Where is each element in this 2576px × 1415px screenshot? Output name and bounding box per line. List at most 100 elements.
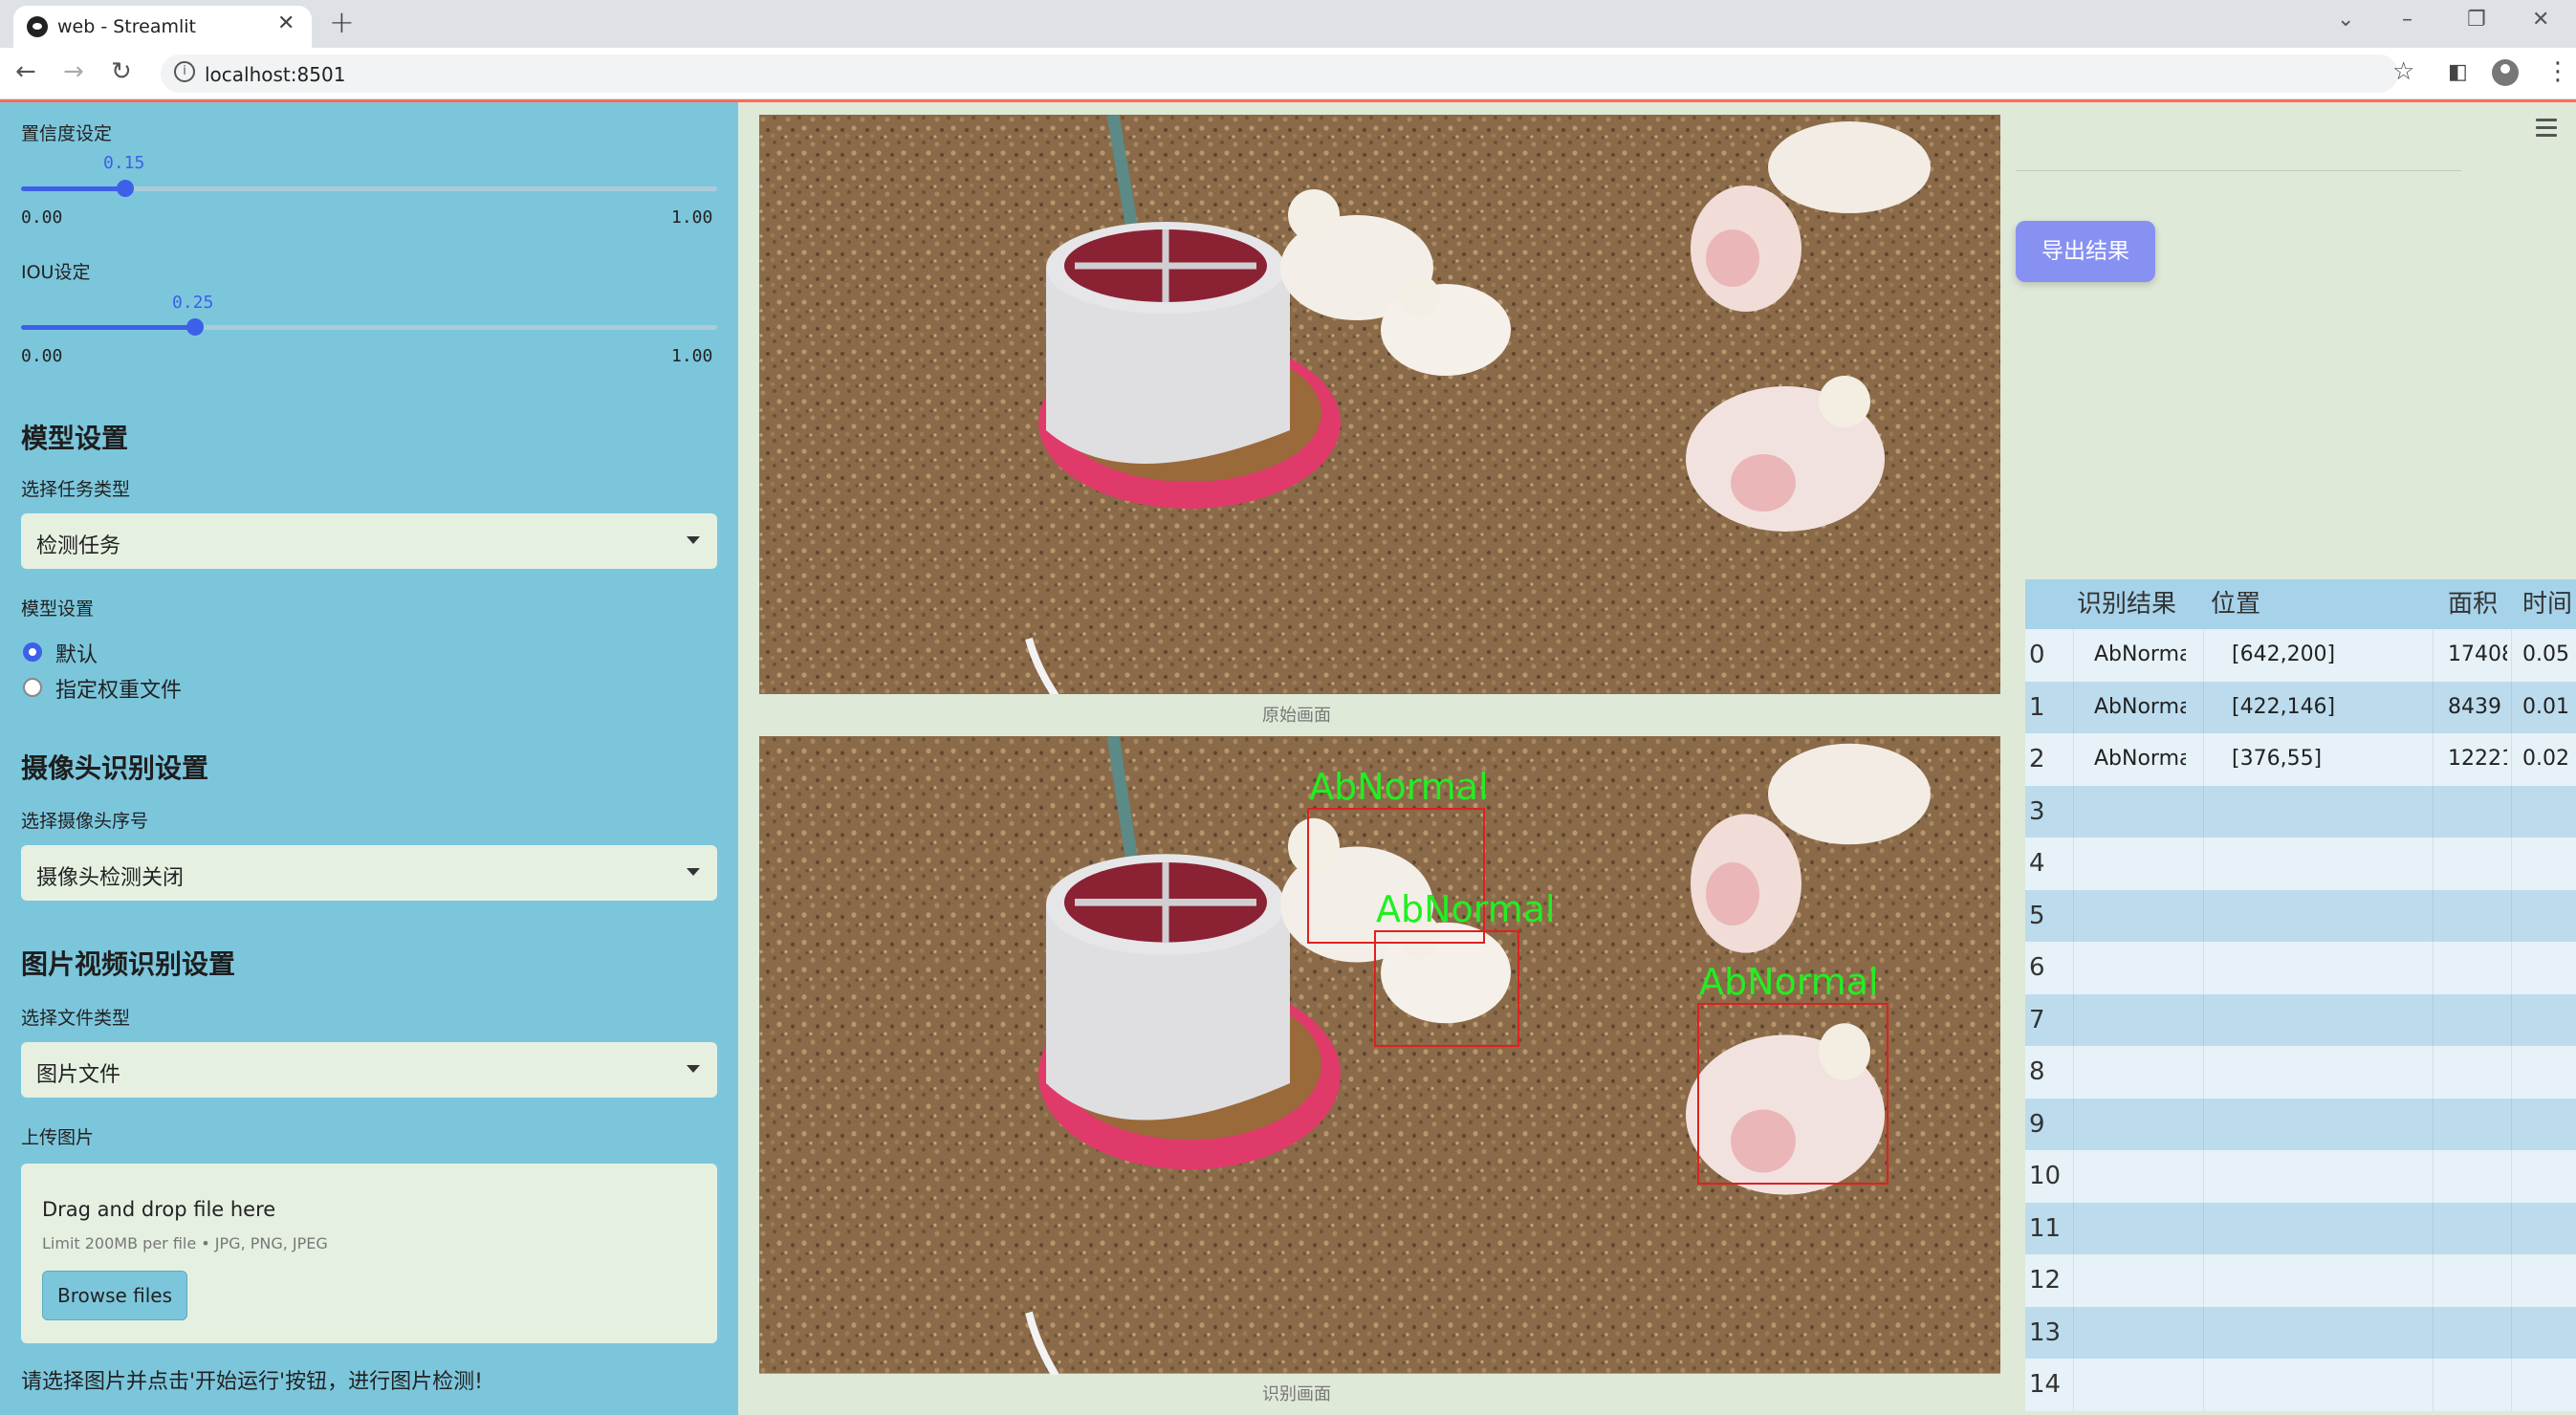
close-window-icon[interactable]: ✕ (2532, 8, 2549, 32)
cell-area: 12221 (2448, 747, 2507, 771)
confidence-slider-thumb[interactable] (117, 180, 134, 197)
table-row[interactable]: 12 (2025, 1254, 2576, 1307)
side-panel-icon[interactable]: ◧ (2448, 60, 2468, 84)
cell-position (2203, 1099, 2404, 1151)
column-separator (2203, 942, 2204, 994)
upload-limit-text: Limit 200MB per file • JPG, PNG, JPEG (42, 1234, 328, 1252)
export-results-button[interactable]: 导出结果 (2016, 221, 2155, 282)
cell-result: AbNormal (2094, 694, 2186, 719)
confidence-slider[interactable] (21, 180, 717, 197)
drop-text: Drag and drop file here (42, 1198, 276, 1221)
cell-time (2515, 1254, 2576, 1307)
column-separator (2433, 1150, 2434, 1203)
tab-search-icon[interactable]: ⌄ (2337, 8, 2354, 32)
media-section-title: 图片视频识别设置 (21, 948, 236, 980)
new-tab-icon[interactable]: + (329, 4, 355, 40)
original-caption: 原始画面 (1262, 706, 1331, 726)
tab-close-icon[interactable]: ✕ (277, 11, 295, 35)
column-separator (2073, 1046, 2074, 1099)
table-row[interactable]: 0 AbNormal [642,200] 17408 0.05 (2025, 629, 2576, 682)
column-separator (2433, 1254, 2434, 1307)
row-index: 10 (2029, 1162, 2062, 1190)
result-image: AbNormal AbNormal AbNormal (759, 736, 2000, 1375)
task-type-select[interactable]: 检测任务 (21, 513, 717, 569)
table-row[interactable]: 6 (2025, 942, 2576, 994)
column-separator (2073, 785, 2074, 838)
cell-area (2440, 890, 2507, 943)
iou-slider[interactable] (21, 318, 717, 336)
iou-slider-thumb[interactable] (186, 318, 204, 336)
table-row[interactable]: 8 (2025, 1046, 2576, 1099)
table-row[interactable]: 1 AbNormal [422,146] 8439 0.01 (2025, 681, 2576, 733)
cell-result: AbNormal (2094, 747, 2186, 771)
radio-custom-weights[interactable] (23, 678, 42, 697)
table-row[interactable]: 2 AbNormal [376,55] 12221 0.02 (2025, 733, 2576, 786)
column-separator (2511, 1150, 2512, 1203)
confidence-label: 置信度设定 (21, 123, 113, 144)
header-time[interactable]: 时间 (2515, 579, 2576, 629)
table-row[interactable]: 5 (2025, 889, 2576, 943)
table-row[interactable]: 9 (2025, 1098, 2576, 1151)
forward-icon[interactable]: → (63, 57, 84, 86)
cell-time (2515, 1099, 2576, 1151)
reload-icon[interactable]: ↻ (111, 57, 132, 86)
url-field[interactable]: i localhost:8501 (161, 54, 2398, 93)
row-index: 1 (2029, 692, 2045, 722)
confidence-min: 0.00 (21, 207, 63, 228)
cell-time (2515, 1150, 2576, 1203)
row-index: 2 (2029, 745, 2045, 773)
header-area[interactable]: 面积 (2440, 579, 2507, 629)
site-info-icon[interactable]: i (174, 61, 195, 82)
column-separator (2073, 1306, 2074, 1359)
cell-area: 8439 (2448, 694, 2501, 719)
cell-area (2440, 1203, 2507, 1255)
sidebar: 置信度设定 0.15 0.00 1.00 IOU设定 0.25 0.00 1.0… (0, 102, 738, 1415)
cell-position (2203, 994, 2404, 1047)
radio-custom-weights-label[interactable]: 指定权重文件 (55, 673, 182, 704)
cell-position (2203, 1307, 2404, 1360)
profile-avatar-icon[interactable] (2492, 59, 2519, 86)
column-separator (2203, 733, 2204, 786)
cell-area (2440, 1046, 2507, 1099)
file-uploader-dropzone[interactable]: Drag and drop file here Limit 200MB per … (21, 1164, 717, 1343)
table-row[interactable]: 4 (2025, 838, 2576, 890)
model-settings-label: 模型设置 (21, 599, 95, 620)
column-separator (2433, 1359, 2434, 1411)
hamburger-menu-icon[interactable] (2536, 119, 2557, 142)
browse-files-button[interactable]: Browse files (42, 1271, 187, 1320)
column-separator (2203, 681, 2204, 733)
radio-default[interactable] (23, 642, 42, 662)
results-table[interactable]: 识别结果 位置 面积 时间 0 AbNormal [642,200] 17408 0.0… (2025, 579, 2576, 1411)
back-icon[interactable]: ← (15, 57, 36, 86)
column-separator (2511, 681, 2512, 733)
cell-time: 0.01 (2522, 694, 2569, 719)
column-separator (2511, 1359, 2512, 1411)
restore-icon[interactable]: ❐ (2467, 8, 2486, 32)
browser-menu-icon[interactable]: ⋮ (2545, 57, 2570, 86)
column-separator (2073, 629, 2074, 682)
cell-position (2203, 1359, 2404, 1411)
column-separator (2433, 785, 2434, 838)
radio-default-label[interactable]: 默认 (55, 638, 98, 668)
iou-value: 0.25 (172, 293, 214, 313)
minimize-icon[interactable]: – (2402, 8, 2412, 32)
table-row[interactable]: 11 (2025, 1202, 2576, 1255)
table-row[interactable]: 7 (2025, 993, 2576, 1047)
browser-tab[interactable]: web - Streamlit ✕ (13, 6, 312, 48)
confidence-max: 1.00 (671, 207, 713, 228)
table-row[interactable]: 3 (2025, 785, 2576, 838)
column-separator (2073, 1202, 2074, 1254)
table-row[interactable]: 10 (2025, 1150, 2576, 1203)
row-index: 12 (2029, 1266, 2062, 1295)
camera-index-select[interactable]: 摄像头检测关闭 (21, 845, 717, 901)
header-position[interactable]: 位置 (2203, 579, 2404, 629)
bookmark-star-icon[interactable]: ☆ (2392, 57, 2414, 86)
file-type-select[interactable]: 图片文件 (21, 1042, 717, 1098)
table-row[interactable]: 13 (2025, 1306, 2576, 1360)
column-separator (2203, 889, 2204, 942)
cell-position: [422,146] (2232, 694, 2336, 719)
chevron-down-icon (687, 1065, 700, 1073)
table-row[interactable]: 14 (2025, 1359, 2576, 1411)
column-separator (2511, 1046, 2512, 1099)
header-result[interactable]: 识别结果 (2073, 579, 2186, 629)
